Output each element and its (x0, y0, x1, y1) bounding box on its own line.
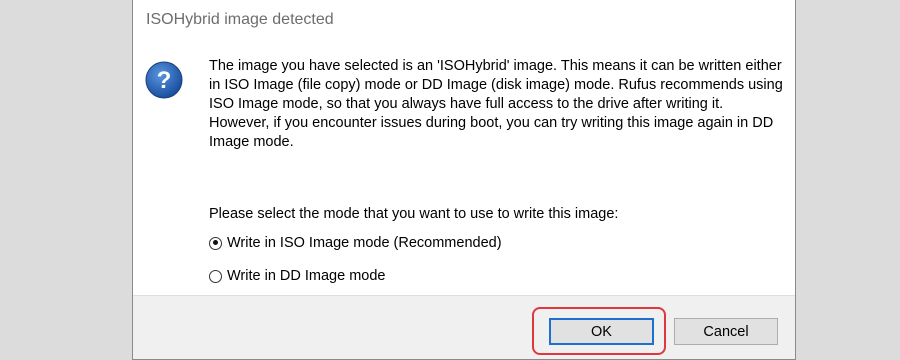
cancel-button[interactable]: Cancel (674, 318, 778, 345)
dd-mode-label[interactable]: Write in DD Image mode (227, 268, 385, 284)
message-paragraph-1: The image you have selected is an 'ISOHy… (209, 58, 783, 112)
iso-mode-radio[interactable] (209, 236, 222, 250)
message-paragraph-2: However, if you encounter issues during … (209, 115, 774, 150)
mode-prompt: Please select the mode that you want to … (209, 206, 619, 222)
iso-mode-option[interactable]: Write in ISO Image mode (Recommended) (209, 235, 502, 251)
ok-button[interactable]: OK (549, 318, 654, 345)
isohybrid-dialog: ISOHybrid image detected ? The image you… (132, 0, 796, 360)
dd-mode-option[interactable]: Write in DD Image mode (209, 268, 385, 284)
question-icon: ? (145, 61, 183, 99)
dd-mode-radio[interactable] (209, 269, 222, 283)
dialog-message: The image you have selected is an 'ISOHy… (209, 57, 789, 152)
svg-text:?: ? (157, 67, 172, 94)
title-bar: ISOHybrid image detected (133, 0, 795, 39)
iso-mode-label[interactable]: Write in ISO Image mode (Recommended) (227, 235, 502, 251)
dialog-title: ISOHybrid image detected (146, 11, 334, 28)
